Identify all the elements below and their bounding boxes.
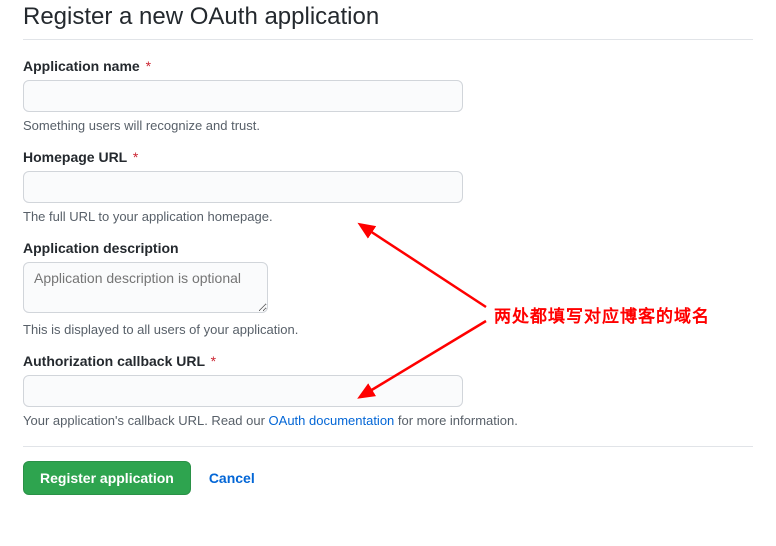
label-text: Application description — [23, 240, 179, 256]
field-callback-url: Authorization callback URL * Your applic… — [23, 353, 753, 428]
form-actions: Register application Cancel — [23, 461, 753, 495]
register-application-button[interactable]: Register application — [23, 461, 191, 495]
application-name-input[interactable] — [23, 80, 463, 112]
annotation-text: 两处都填写对应博客的域名 — [494, 302, 710, 327]
application-name-label: Application name * — [23, 58, 753, 74]
required-marker: * — [133, 149, 138, 165]
application-description-textarea[interactable] — [23, 262, 268, 313]
label-text: Application name — [23, 58, 140, 74]
homepage-url-help: The full URL to your application homepag… — [23, 209, 753, 224]
homepage-url-label: Homepage URL * — [23, 149, 753, 165]
cancel-button[interactable]: Cancel — [209, 470, 255, 486]
homepage-url-input[interactable] — [23, 171, 463, 203]
application-description-label: Application description — [23, 240, 753, 256]
callback-url-label: Authorization callback URL * — [23, 353, 753, 369]
required-marker: * — [146, 58, 151, 74]
label-text: Homepage URL — [23, 149, 127, 165]
label-text: Authorization callback URL — [23, 353, 205, 369]
callback-url-input[interactable] — [23, 375, 463, 407]
help-after: for more information. — [394, 413, 518, 428]
oauth-documentation-link[interactable]: OAuth documentation — [269, 413, 395, 428]
callback-url-help: Your application's callback URL. Read ou… — [23, 413, 753, 428]
field-application-name: Application name * Something users will … — [23, 58, 753, 133]
divider — [23, 446, 753, 447]
required-marker: * — [211, 353, 216, 369]
page-title: Register a new OAuth application — [23, 3, 753, 40]
help-before: Your application's callback URL. Read ou… — [23, 413, 269, 428]
field-homepage-url: Homepage URL * The full URL to your appl… — [23, 149, 753, 224]
application-name-help: Something users will recognize and trust… — [23, 118, 753, 133]
